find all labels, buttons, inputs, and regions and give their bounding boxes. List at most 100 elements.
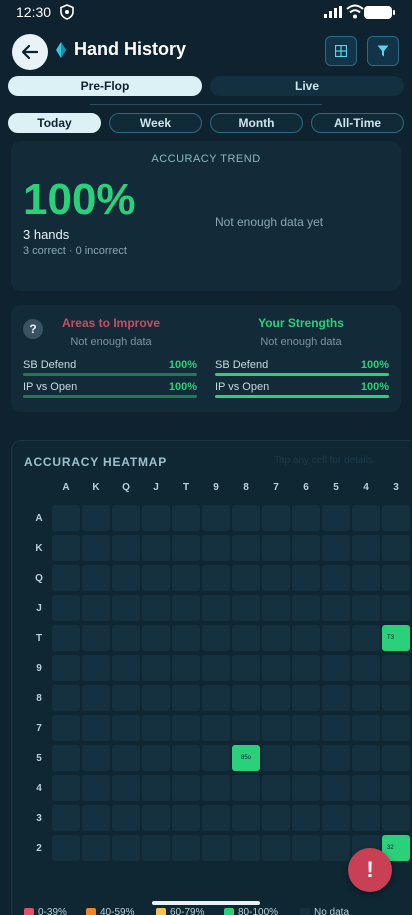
heatmap-cell[interactable] (232, 565, 260, 591)
heatmap-cell[interactable] (322, 655, 350, 681)
heatmap-cell[interactable] (172, 805, 200, 831)
report-issue-button[interactable]: ! (348, 848, 392, 892)
heatmap-cell[interactable] (262, 805, 290, 831)
heatmap-cell[interactable] (292, 535, 320, 561)
heatmap-cell[interactable] (52, 805, 80, 831)
heatmap-cell[interactable] (202, 685, 230, 711)
heatmap-cell[interactable] (82, 595, 110, 621)
heatmap-cell[interactable] (292, 715, 320, 741)
heatmap-cell[interactable] (232, 625, 260, 651)
heatmap-cell[interactable] (262, 595, 290, 621)
heatmap-cell[interactable] (112, 625, 140, 651)
heatmap-cell[interactable] (112, 805, 140, 831)
heatmap-cell[interactable] (232, 835, 260, 861)
heatmap-cell[interactable] (112, 535, 140, 561)
heatmap-cell[interactable] (52, 685, 80, 711)
heatmap-cell[interactable] (352, 805, 380, 831)
heatmap-cell[interactable] (382, 505, 410, 531)
heatmap-cell[interactable] (262, 745, 290, 771)
heatmap-cell[interactable] (322, 715, 350, 741)
heatmap-cell[interactable] (82, 625, 110, 651)
heatmap-cell[interactable] (202, 505, 230, 531)
heatmap-cell[interactable] (52, 595, 80, 621)
heatmap-cell[interactable] (262, 775, 290, 801)
heatmap-cell[interactable] (142, 655, 170, 681)
heatmap-cell[interactable]: T3 (382, 625, 410, 651)
heatmap-cell[interactable] (82, 505, 110, 531)
heatmap-cell[interactable] (322, 535, 350, 561)
filter-button[interactable] (367, 36, 399, 66)
heatmap-cell[interactable] (292, 685, 320, 711)
heatmap-cell[interactable] (352, 715, 380, 741)
heatmap-cell[interactable] (82, 655, 110, 681)
heatmap-cell[interactable] (202, 805, 230, 831)
heatmap-cell[interactable] (352, 625, 380, 651)
heatmap-cell[interactable] (112, 775, 140, 801)
heatmap-cell[interactable] (142, 565, 170, 591)
heatmap-cell[interactable] (82, 535, 110, 561)
heatmap-cell[interactable] (262, 685, 290, 711)
heatmap-cell[interactable] (382, 715, 410, 741)
tab-pre-flop[interactable]: Pre-Flop (8, 76, 202, 96)
heatmap-cell[interactable] (382, 565, 410, 591)
heatmap-cell[interactable] (322, 685, 350, 711)
heatmap-cell[interactable] (142, 685, 170, 711)
heatmap-cell[interactable] (352, 565, 380, 591)
heatmap-cell[interactable] (382, 775, 410, 801)
heatmap-cell[interactable] (52, 835, 80, 861)
heatmap-cell[interactable] (382, 745, 410, 771)
heatmap-cell[interactable] (322, 745, 350, 771)
heatmap-cell[interactable] (382, 655, 410, 681)
heatmap-cell[interactable] (262, 715, 290, 741)
heatmap-cell[interactable] (142, 805, 170, 831)
heatmap-cell[interactable] (322, 565, 350, 591)
heatmap-cell[interactable] (322, 595, 350, 621)
heatmap-cell[interactable] (202, 835, 230, 861)
heatmap-cell[interactable] (82, 805, 110, 831)
heatmap-cell[interactable] (262, 655, 290, 681)
period-all-time[interactable]: All-Time (311, 113, 404, 133)
heatmap-cell[interactable] (202, 715, 230, 741)
heatmap-cell[interactable] (322, 805, 350, 831)
heatmap-cell[interactable] (352, 535, 380, 561)
heatmap-cell[interactable] (112, 835, 140, 861)
heatmap-cell[interactable] (172, 505, 200, 531)
heatmap-cell[interactable] (172, 535, 200, 561)
heatmap-cell[interactable] (292, 775, 320, 801)
heatmap-cell[interactable] (142, 745, 170, 771)
grid-view-button[interactable] (325, 36, 357, 66)
heatmap-cell[interactable] (202, 745, 230, 771)
heatmap-cell[interactable] (172, 745, 200, 771)
heatmap-cell[interactable] (232, 685, 260, 711)
heatmap-cell[interactable] (262, 535, 290, 561)
period-today[interactable]: Today (8, 113, 101, 133)
heatmap-cell[interactable] (292, 745, 320, 771)
period-month[interactable]: Month (210, 113, 303, 133)
heatmap-cell[interactable] (352, 685, 380, 711)
heatmap-cell[interactable] (112, 715, 140, 741)
heatmap-cell[interactable] (112, 745, 140, 771)
heatmap-cell[interactable] (352, 655, 380, 681)
heatmap-cell[interactable] (292, 505, 320, 531)
heatmap-cell[interactable] (262, 835, 290, 861)
heatmap-cell[interactable] (172, 565, 200, 591)
heatmap-cell[interactable] (142, 715, 170, 741)
heatmap-cell[interactable] (232, 535, 260, 561)
tab-live[interactable]: Live (210, 76, 404, 96)
heatmap-cell[interactable] (172, 775, 200, 801)
heatmap-cell[interactable] (292, 835, 320, 861)
heatmap-cell[interactable] (52, 625, 80, 651)
heatmap-cell[interactable] (172, 685, 200, 711)
heatmap-cell[interactable] (352, 505, 380, 531)
heatmap-cell[interactable] (112, 565, 140, 591)
heatmap-cell[interactable] (202, 565, 230, 591)
heatmap-cell[interactable] (172, 715, 200, 741)
heatmap-cell[interactable] (52, 745, 80, 771)
heatmap-cell[interactable] (382, 685, 410, 711)
heatmap-cell[interactable] (142, 595, 170, 621)
heatmap-cell[interactable] (202, 655, 230, 681)
heatmap-cell[interactable] (262, 565, 290, 591)
heatmap-cell[interactable] (82, 775, 110, 801)
heatmap-cell[interactable] (82, 565, 110, 591)
heatmap-cell[interactable] (292, 625, 320, 651)
